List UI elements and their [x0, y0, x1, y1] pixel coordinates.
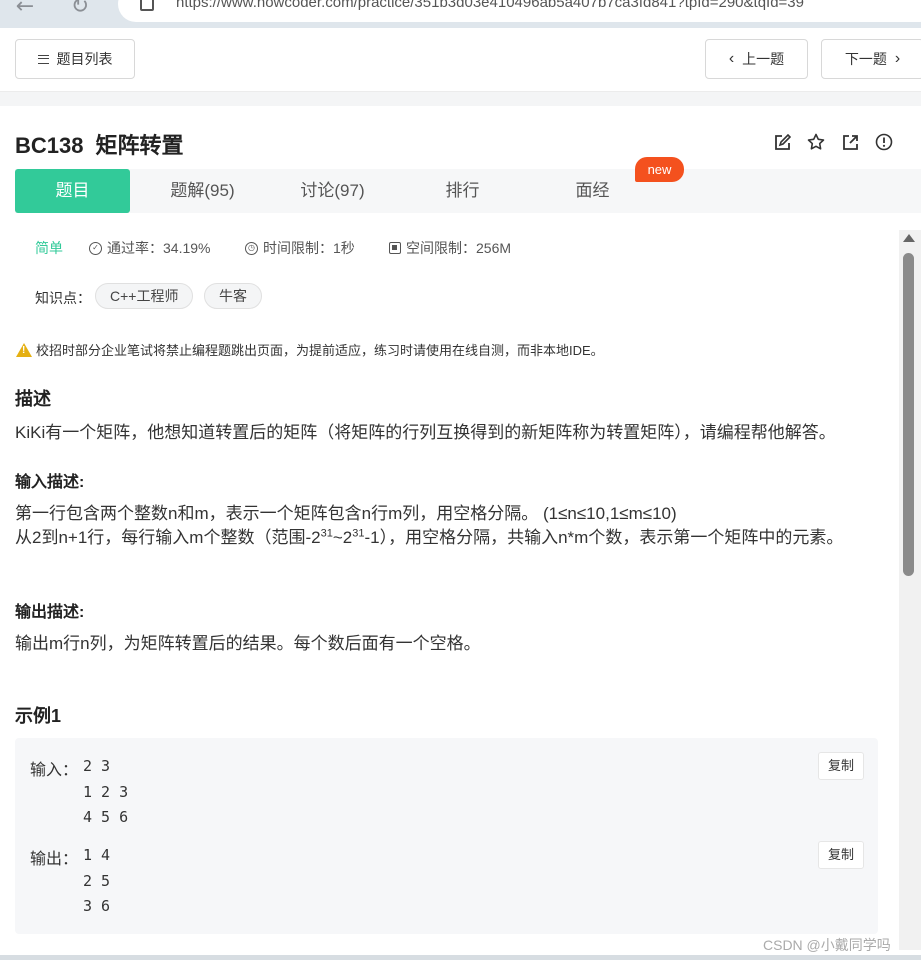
example-input-label: 输入：	[30, 762, 79, 779]
chevron-right-icon: ›	[894, 50, 901, 67]
tab-solutions[interactable]: 题解(95)	[145, 169, 260, 213]
page-title: BC138 矩阵转置	[15, 128, 184, 160]
tag-nowcoder[interactable]: 牛客	[204, 283, 262, 309]
list-icon	[37, 54, 49, 64]
divider	[0, 92, 921, 106]
next-problem-button[interactable]: 下一题 ›	[821, 39, 921, 79]
tab-discussion[interactable]: 讨论(97)	[275, 169, 390, 213]
tab-interview[interactable]: 面经	[535, 169, 650, 213]
back-arrow-icon[interactable]: ←	[10, 0, 40, 22]
tab-problem[interactable]: 题目	[15, 169, 130, 213]
bottom-border	[0, 955, 921, 960]
share-icon[interactable]	[840, 132, 860, 152]
prev-label: 上一题	[742, 51, 785, 67]
scroll-up-arrow-icon[interactable]	[903, 234, 915, 242]
example-output-label: 输出：	[30, 851, 79, 868]
problem-title: 矩阵转置	[95, 133, 184, 158]
prev-problem-button[interactable]: ‹ 上一题	[705, 39, 808, 79]
problem-id: BC138	[15, 133, 84, 158]
warning-icon	[16, 342, 32, 357]
tab-ranking[interactable]: 排行	[405, 169, 520, 213]
pass-rate: ✓ 通过率：34.19%	[89, 238, 210, 258]
star-icon[interactable]	[806, 132, 826, 152]
input-desc-heading: 输入描述:	[15, 474, 85, 491]
problem-list-label: 题目列表	[56, 51, 113, 67]
scrollbar-thumb[interactable]	[903, 253, 914, 576]
next-label: 下一题	[844, 51, 887, 67]
time-limit-text: 时间限制：1秒	[263, 240, 355, 256]
time-limit: ◷ 时间限制：1秒	[245, 238, 355, 258]
site-info-icon[interactable]	[140, 0, 154, 11]
example-input-code: 2 3 1 2 3 4 5 6	[83, 757, 129, 826]
report-icon[interactable]	[874, 132, 894, 152]
output-desc-text: 输出m行n列，为矩阵转置后的结果。每个数后面有一个空格。	[15, 634, 481, 653]
watermark: CSDN @小戴同学吗	[763, 937, 891, 953]
output-desc-heading: 输出描述:	[15, 604, 85, 621]
knowledge-label: 知识点：	[35, 290, 91, 306]
memory-chip-icon	[389, 242, 401, 254]
edit-icon[interactable]	[772, 132, 792, 152]
copy-output-button[interactable]: 复制	[818, 841, 864, 869]
description-text: KiKi有一个矩阵，他想知道转置后的矩阵（将矩阵的行列互换得到的新矩阵称为转置矩…	[15, 423, 836, 442]
reload-icon[interactable]: ↻	[65, 0, 95, 22]
copy-input-button[interactable]: 复制	[818, 752, 864, 780]
clock-icon: ◷	[245, 241, 258, 255]
url-text[interactable]: https://www.nowcoder.com/practice/351b3d…	[176, 0, 804, 11]
problem-list-button[interactable]: 题目列表	[15, 39, 135, 79]
notice-banner: 校招时部分企业笔试将禁止编程题跳出页面，为提前适应，练习时请使用在线自测，而非本…	[16, 340, 604, 359]
pass-rate-text: 通过率：34.19%	[107, 240, 211, 256]
space-limit-text: 空间限制：256M	[406, 240, 512, 256]
chevron-left-icon: ‹	[728, 50, 735, 67]
input-desc-line1: 第一行包含两个整数n和m，表示一个矩阵包含n行m列，用空格分隔。 (1≤n≤10…	[15, 504, 677, 523]
example-box	[15, 738, 878, 934]
difficulty-label: 简单	[35, 240, 63, 256]
notice-text: 校招时部分企业笔试将禁止编程题跳出页面，为提前适应，练习时请使用在线自测，而非本…	[36, 343, 604, 358]
example-heading: 示例1	[15, 706, 62, 726]
example-output-code: 1 4 2 5 3 6	[83, 846, 111, 915]
description-heading: 描述	[15, 389, 51, 409]
check-circle-icon: ✓	[89, 241, 102, 255]
tag-cpp-engineer[interactable]: C++工程师	[95, 283, 194, 309]
space-limit: 空间限制：256M	[389, 238, 511, 258]
input-desc-line2: 从2到n+1行，每行输入m个整数（范围-231~231-1），用空格分隔，共输入…	[15, 527, 844, 547]
new-badge: new	[635, 157, 684, 182]
